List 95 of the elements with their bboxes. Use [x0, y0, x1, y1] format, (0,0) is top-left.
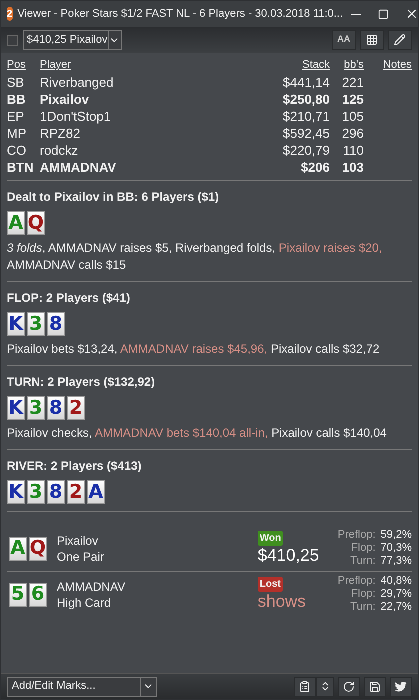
edit-button[interactable]	[388, 30, 412, 50]
table-cell-text: $250,80	[282, 91, 330, 108]
table-cell-text: 105	[341, 108, 365, 125]
action-text: Pixailov checks, AMMADNAV bets $140,04 all-in, Pixailov calls $140,04	[7, 425, 388, 442]
save-icon	[369, 680, 381, 692]
column-header[interactable]: Stack	[260, 57, 330, 74]
playing-card: K	[7, 480, 25, 504]
hand-rank: High Card	[57, 594, 112, 610]
table-cell-text: $441,14	[282, 74, 330, 91]
notes-button[interactable]	[294, 676, 316, 696]
playing-card: 3	[27, 480, 45, 504]
equity-value: 59,2%	[380, 529, 412, 542]
playing-card: 3	[27, 396, 45, 420]
street-heading: RIVER: 2 Players ($413)	[7, 458, 143, 475]
equity-label: Preflop:	[338, 575, 376, 588]
playing-card: A	[9, 536, 27, 560]
table-cell-text: MP	[7, 125, 28, 142]
column-header[interactable]: bb's	[330, 57, 372, 74]
playing-card: 2	[67, 480, 85, 504]
column-header[interactable]: Player	[40, 57, 260, 74]
playing-card: 3	[27, 312, 45, 336]
table-cell-text: 110	[342, 142, 365, 159]
equity-label: Flop:	[350, 542, 376, 555]
table-cell-text: SB	[7, 74, 26, 91]
playing-card: A	[7, 211, 25, 235]
bird-icon	[395, 682, 407, 692]
equity-value: 77,3%	[380, 555, 412, 568]
maximize-icon	[378, 8, 389, 20]
table-cell-text: $206	[300, 159, 330, 176]
clipboard-icon	[299, 680, 311, 692]
action-text: 3 folds, AMMADNAV raises $5, Riverbanged folds, Pixailov raises $20, AMMADNAV calls $15	[7, 240, 384, 274]
action-text: Pixailov bets $13,24, AMMADNAV raises $45,96, Pixailov calls $32,72	[7, 341, 381, 358]
result-amount: shows	[258, 592, 306, 612]
table-cell-text: 103	[341, 159, 365, 176]
table-cell-text: $592,45	[282, 125, 330, 142]
table-cell-text: BB	[7, 91, 27, 108]
table-cell-text: AMMADNAV	[40, 159, 118, 176]
refresh-button[interactable]	[338, 676, 360, 696]
save-button[interactable]	[364, 676, 386, 696]
table-cell-text: 1Don'tStop1	[40, 108, 112, 125]
equity-label: Turn:	[350, 601, 376, 614]
close-icon	[405, 7, 418, 21]
table-cell-text: 221	[341, 74, 365, 91]
street-heading: FLOP: 2 Players ($41)	[7, 290, 132, 307]
table-cell-text: $210,71	[282, 108, 330, 125]
player-name: Pixailov	[57, 532, 100, 548]
table-cell-text: 296	[341, 125, 365, 142]
checkbox[interactable]	[7, 34, 18, 46]
table-cell-text: rodckz	[40, 142, 80, 159]
hand-rank: One Pair	[57, 548, 106, 564]
playing-card: 8	[47, 480, 65, 504]
grid-icon	[366, 34, 378, 46]
hand-select[interactable]: $410,25 Pixailov	[23, 30, 122, 50]
equity-label: Turn:	[350, 555, 376, 568]
result-amount: $410,25	[258, 546, 320, 566]
table-cell-text: Riverbanged	[40, 74, 115, 91]
table-cell-text: CO	[7, 142, 28, 159]
equity-label: Flop:	[350, 588, 376, 601]
pencil-icon	[394, 34, 406, 46]
refresh-icon	[343, 680, 355, 692]
outcome-badge: Won	[258, 531, 284, 546]
table-cell-text: Pixailov	[40, 91, 90, 108]
sort-button[interactable]	[316, 676, 334, 696]
playing-card: K	[7, 312, 25, 336]
street-heading: TURN: 2 Players ($132,92)	[7, 374, 156, 391]
player-name: AMMADNAV	[57, 578, 126, 594]
street-heading: Dealt to Pixailov in BB: 6 Players ($1)	[7, 189, 220, 206]
equity-value: 29,7%	[380, 588, 412, 601]
equity-value: 40,8%	[380, 575, 412, 588]
equity-label: Preflop:	[338, 529, 376, 542]
playing-card: Q	[27, 211, 45, 235]
table-cell-text: BTN	[7, 159, 35, 176]
playing-card: 2	[67, 396, 85, 420]
table-cell-text: EP	[7, 108, 26, 125]
table-cell-text: $220,79	[282, 142, 330, 159]
column-header[interactable]: Notes	[372, 57, 412, 74]
playing-card: 6	[29, 582, 47, 606]
font-size-button[interactable]: AA	[332, 30, 356, 50]
table-cell-text: RPZ82	[40, 125, 82, 142]
playing-card: A	[87, 480, 105, 504]
equity-value: 22,7%	[380, 601, 412, 614]
column-header[interactable]: Pos	[7, 57, 40, 74]
equity-value: 70,3%	[380, 542, 412, 555]
grid-button[interactable]	[360, 30, 384, 50]
outcome-badge: Lost	[258, 577, 283, 592]
window-title: Viewer - Poker Stars $1/2 FAST NL - 6 Players - 30.03.2018 11:0...	[18, 6, 344, 22]
marks-select[interactable]: Add/Edit Marks...	[7, 676, 157, 696]
table-cell-text: 125	[341, 91, 365, 108]
share-button[interactable]	[390, 676, 412, 696]
playing-card: Q	[29, 536, 47, 560]
app-logo-icon: 2	[7, 7, 13, 21]
playing-card: 5	[9, 582, 27, 606]
playing-card: 8	[47, 396, 65, 420]
playing-card: 8	[47, 312, 65, 336]
playing-card: K	[7, 396, 25, 420]
